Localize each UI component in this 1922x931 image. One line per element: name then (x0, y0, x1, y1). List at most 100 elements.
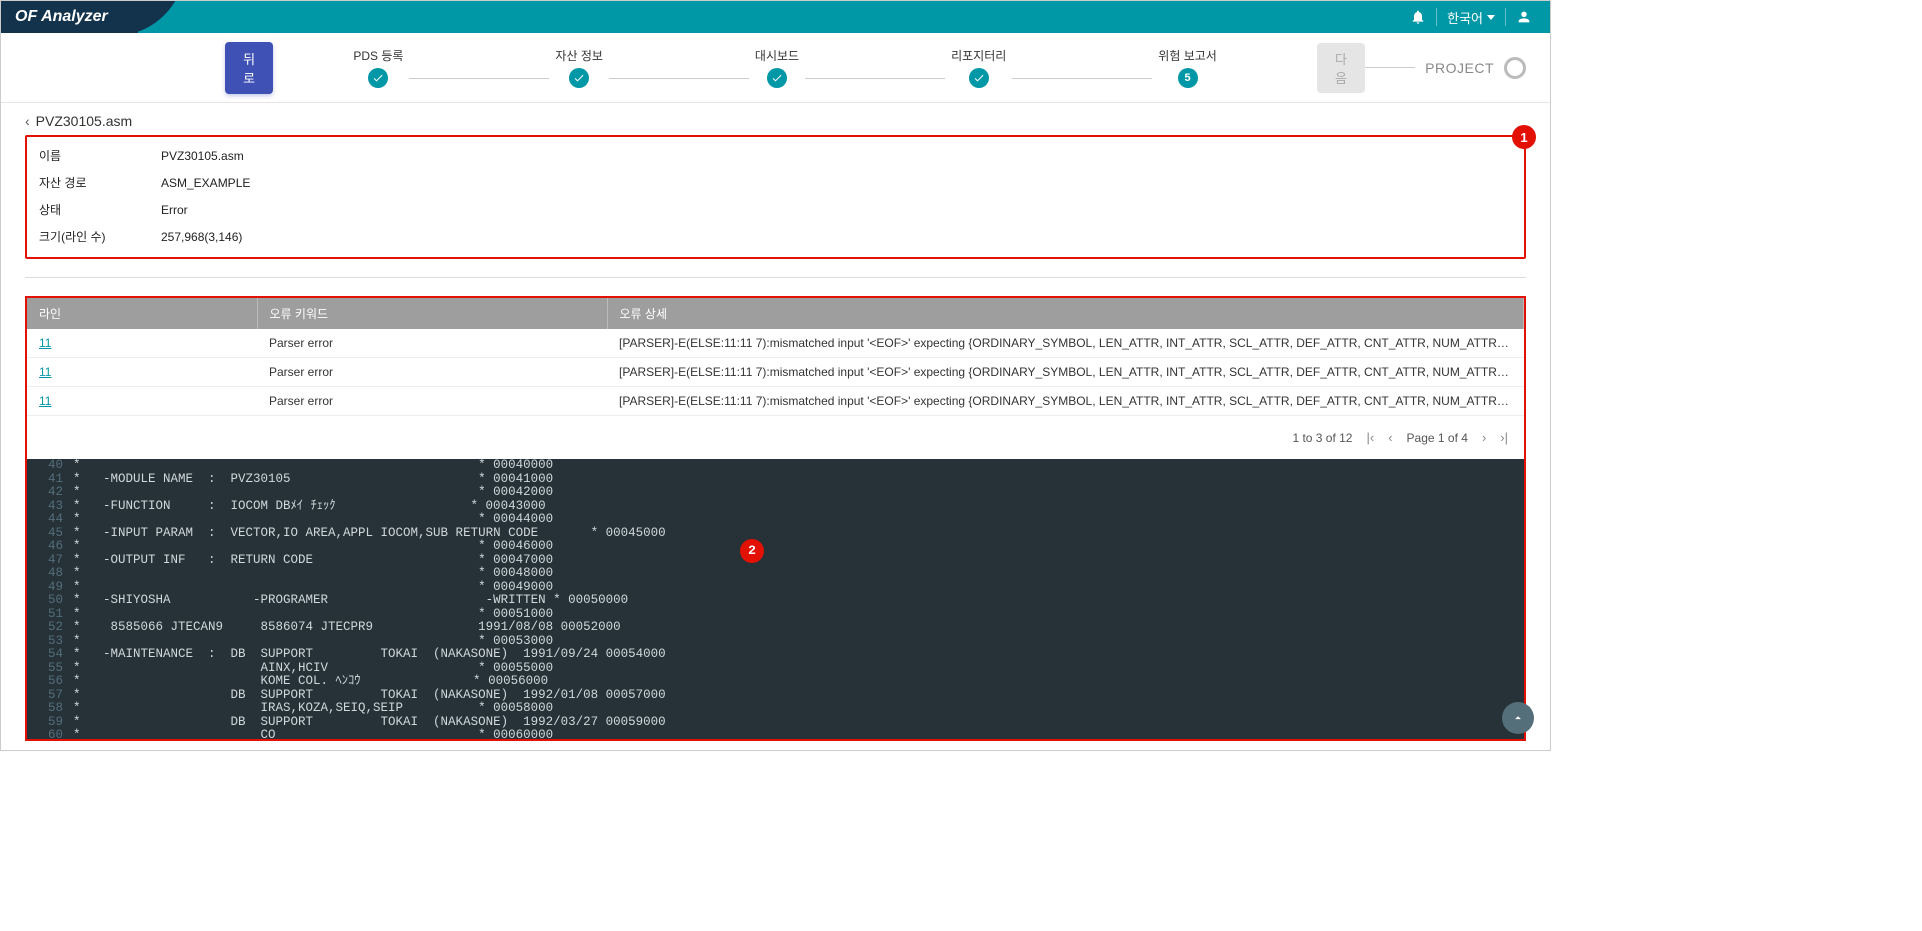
info-status-value: Error (151, 197, 385, 222)
line-number: 43 (39, 500, 73, 514)
app-title: OF Analyzer (15, 8, 108, 26)
language-label: 한국어 (1447, 8, 1483, 27)
code-line: 42* * 00042000 (39, 486, 1512, 500)
code-line: 55* AINX,HCIV * 00055000 (39, 662, 1512, 676)
error-line-link[interactable]: 11 (39, 336, 51, 350)
line-number: 44 (39, 513, 73, 527)
step-0[interactable]: PDS 등록 (353, 47, 403, 88)
error-line-link[interactable]: 11 (39, 394, 51, 408)
project-label: PROJECT (1425, 60, 1494, 76)
code-line: 58* IRAS,KOZA,SEIQ,SEIP * 00058000 (39, 702, 1512, 716)
line-number: 53 (39, 635, 73, 649)
code-text: * -SHIYOSHA -PROGRAMER -WRITTEN * 000500… (73, 594, 628, 608)
check-icon (368, 68, 388, 88)
line-number: 42 (39, 486, 73, 500)
error-table: 라인 오류 키워드 오류 상세 11 Parser error[PARSER]-E… (27, 298, 1524, 416)
info-name-label: 이름 (29, 143, 149, 168)
code-text: * -MODULE NAME : PVZ30105 * 00041000 (73, 473, 553, 487)
code-text: * -OUTPUT INF : RETURN CODE * 00047000 (73, 554, 553, 568)
code-line: 50* -SHIYOSHA -PROGRAMER -WRITTEN * 0005… (39, 594, 1512, 608)
language-select[interactable]: 한국어 (1447, 8, 1495, 27)
code-text: * * 00044000 (73, 513, 553, 527)
code-text: * IRAS,KOZA,SEIQ,SEIP * 00058000 (73, 702, 553, 716)
info-name-value: PVZ30105.asm (151, 143, 385, 168)
project-circle-icon (1504, 57, 1526, 79)
error-detail: [PARSER]-E(ELSE:11:11 7):mismatched inpu… (607, 358, 1524, 387)
table-row: 11 Parser error[PARSER]-E(ELSE:11:11 7):m… (27, 387, 1524, 416)
code-line: 59* DB SUPPORT TOKAI (NAKASONE) 1992/03/… (39, 716, 1512, 730)
bell-icon[interactable] (1410, 9, 1426, 25)
pager-page: Page 1 of 4 (1407, 431, 1468, 445)
col-header-keyword[interactable]: 오류 키워드 (257, 298, 607, 329)
code-text: * * 00042000 (73, 486, 553, 500)
code-line: 48* * 00048000 (39, 567, 1512, 581)
error-detail: [PARSER]-E(ELSE:11:11 7):mismatched inpu… (607, 387, 1524, 416)
line-number: 55 (39, 662, 73, 676)
code-line: 56* KOME COL. ﾍﾝｺｳ * 00056000 (39, 675, 1512, 689)
code-text: * * 00049000 (73, 581, 553, 595)
code-line: 53* * 00053000 (39, 635, 1512, 649)
code-text: * * 00040000 (73, 459, 553, 473)
code-text: * * 00053000 (73, 635, 553, 649)
logo: OF Analyzer (1, 1, 138, 33)
code-line: 44* * 00044000 (39, 513, 1512, 527)
line-number: 47 (39, 554, 73, 568)
code-line: 41* -MODULE NAME : PVZ30105 * 00041000 (39, 473, 1512, 487)
line-number: 49 (39, 581, 73, 595)
step-label: 자산 정보 (555, 47, 603, 64)
info-path-value: ASM_EXAMPLE (151, 170, 385, 195)
line-number: 40 (39, 459, 73, 473)
breadcrumb[interactable]: ‹ PVZ30105.asm (1, 103, 1550, 135)
chevron-down-icon (1487, 15, 1495, 20)
col-header-line[interactable]: 라인 (27, 298, 257, 329)
code-line: 46* * 00046000 (39, 540, 1512, 554)
back-button[interactable]: 뒤로 (225, 42, 273, 94)
line-number: 58 (39, 702, 73, 716)
check-icon (969, 68, 989, 88)
code-panel[interactable]: 2 40* * 0004000041* -MODULE NAME : PVZ30… (27, 459, 1524, 739)
step-2[interactable]: 대시보드 (755, 47, 799, 88)
line-number: 46 (39, 540, 73, 554)
line-number: 50 (39, 594, 73, 608)
error-line-link[interactable]: 11 (39, 365, 51, 379)
step-label: 대시보드 (755, 47, 799, 64)
error-section: 라인 오류 키워드 오류 상세 11 Parser error[PARSER]-E… (25, 296, 1526, 741)
step-label: 리포지터리 (951, 47, 1006, 64)
file-info-card: 1 이름PVZ30105.asm 자산 경로ASM_EXAMPLE 상태Erro… (25, 135, 1526, 259)
table-row: 11Parser error[PARSER]-E(ELSE:11:11 7):m… (27, 329, 1524, 358)
code-line: 40* * 00040000 (39, 459, 1512, 473)
line-number: 54 (39, 648, 73, 662)
code-line: 47* -OUTPUT INF : RETURN CODE * 00047000 (39, 554, 1512, 568)
pager-prev-button[interactable]: ‹ (1388, 430, 1392, 445)
code-line: 60* CO * 00060000 (39, 729, 1512, 739)
code-line: 54* -MAINTENANCE : DB SUPPORT TOKAI (NAK… (39, 648, 1512, 662)
code-text: * -INPUT PARAM : VECTOR,IO AREA,APPL IOC… (73, 527, 666, 541)
line-number: 56 (39, 675, 73, 689)
pager-first-button[interactable]: |‹ (1366, 430, 1374, 445)
col-header-detail[interactable]: 오류 상세 (607, 298, 1524, 329)
pagination: 1 to 3 of 12 |‹ ‹ Page 1 of 4 › ›| (27, 416, 1524, 459)
code-text: * * 00051000 (73, 608, 553, 622)
pager-range: 1 to 3 of 12 (1292, 431, 1352, 445)
step-4[interactable]: 위험 보고서5 (1158, 47, 1217, 88)
next-button: 다음 (1317, 43, 1365, 93)
line-number: 41 (39, 473, 73, 487)
scroll-top-button[interactable] (1502, 702, 1534, 734)
annotation-badge-1: 1 (1512, 125, 1536, 149)
annotation-badge-2: 2 (740, 539, 764, 563)
step-1[interactable]: 자산 정보 (555, 47, 603, 88)
chevron-up-icon (1511, 711, 1525, 725)
info-status-label: 상태 (29, 197, 149, 222)
code-line: 49* * 00049000 (39, 581, 1512, 595)
line-number: 57 (39, 689, 73, 703)
user-icon[interactable] (1516, 9, 1532, 25)
info-size-value: 257,968(3,146) (151, 224, 385, 249)
pager-next-button[interactable]: › (1482, 430, 1486, 445)
step-number-icon: 5 (1178, 68, 1198, 88)
pager-last-button[interactable]: ›| (1500, 430, 1508, 445)
error-keyword: Parser error (257, 387, 607, 416)
breadcrumb-file: PVZ30105.asm (36, 113, 133, 129)
line-number: 45 (39, 527, 73, 541)
code-line: 45* -INPUT PARAM : VECTOR,IO AREA,APPL I… (39, 527, 1512, 541)
step-3[interactable]: 리포지터리 (951, 47, 1006, 88)
